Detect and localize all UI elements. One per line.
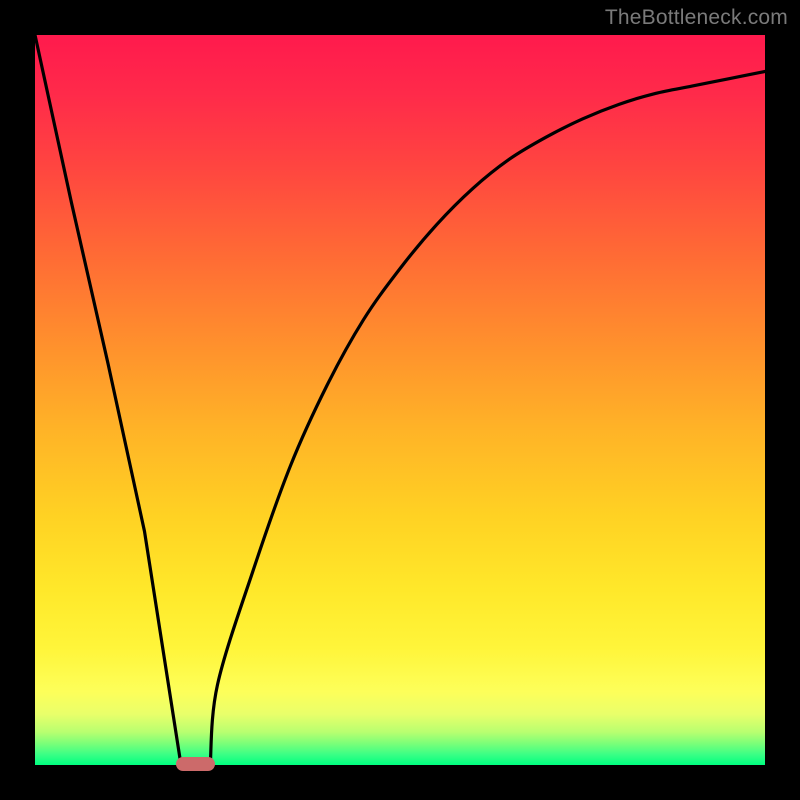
trough-marker [176,757,215,771]
bottleneck-curve [35,35,765,765]
curve-path [35,35,765,765]
plot-area [35,35,765,765]
watermark-text: TheBottleneck.com [605,6,788,30]
chart-frame: TheBottleneck.com [0,0,800,800]
